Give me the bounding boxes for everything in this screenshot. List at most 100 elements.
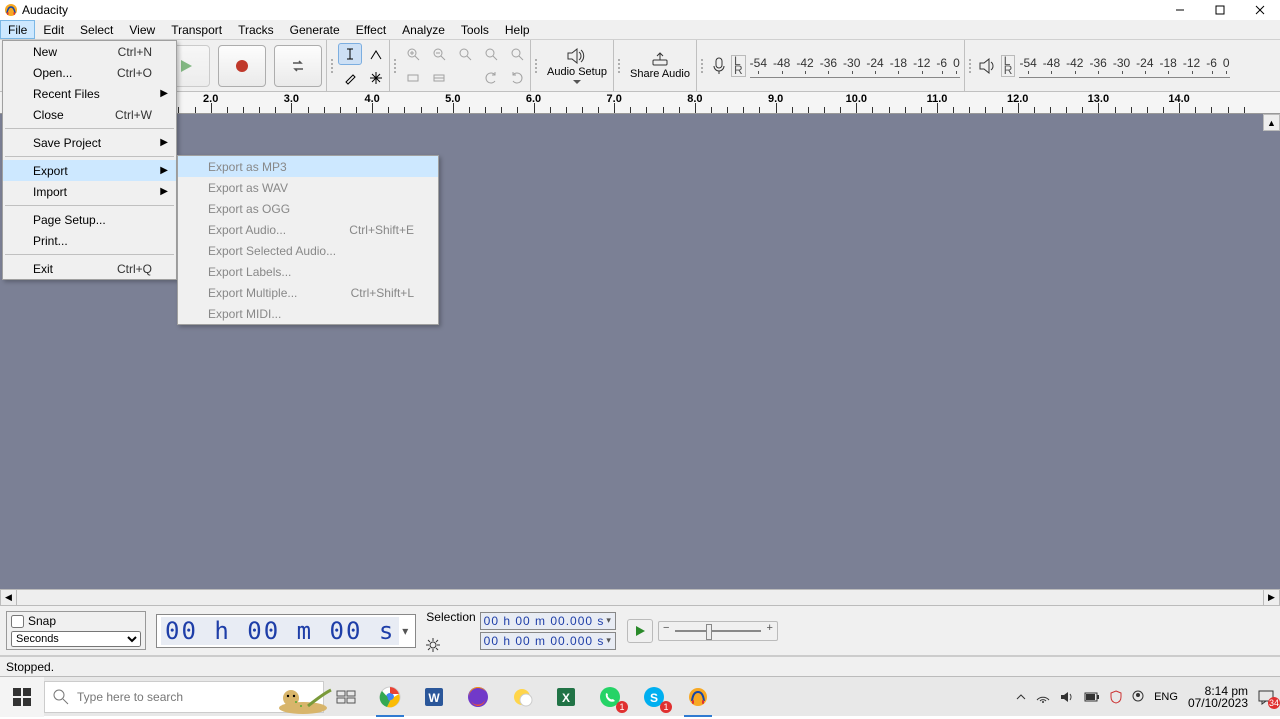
status-text: Stopped.: [6, 660, 54, 674]
microphone-icon: [711, 56, 727, 76]
selection-tool[interactable]: [338, 43, 362, 65]
file-menu-recent-files[interactable]: Recent Files▶: [3, 83, 176, 104]
share-audio-button[interactable]: Share Audio: [624, 41, 696, 91]
zoom-toggle-button[interactable]: [505, 43, 529, 65]
zoom-fit-button[interactable]: [479, 43, 503, 65]
zoom-selection-button[interactable]: [453, 43, 477, 65]
grip-icon[interactable]: [329, 44, 335, 87]
trim-button[interactable]: [401, 67, 425, 89]
file-menu-print-[interactable]: Print...: [3, 230, 176, 251]
redo-button[interactable]: [505, 67, 529, 89]
file-menu-close[interactable]: CloseCtrl+W: [3, 104, 176, 125]
menu-file[interactable]: File: [0, 20, 35, 39]
grip-icon[interactable]: [392, 44, 398, 87]
menu-tracks[interactable]: Tracks: [230, 20, 282, 39]
skype-icon[interactable]: S1: [632, 677, 676, 717]
scroll-right-button[interactable]: ▶: [1263, 589, 1280, 606]
export-menu-export-as-wav: Export as WAV: [178, 177, 438, 198]
chrome-icon[interactable]: [368, 677, 412, 717]
excel-icon[interactable]: X: [544, 677, 588, 717]
play-at-speed-button[interactable]: [627, 619, 653, 643]
multi-tool[interactable]: [364, 67, 388, 89]
tray-date: 07/10/2023: [1188, 697, 1248, 709]
start-button[interactable]: [0, 677, 44, 717]
snap-checkbox[interactable]: [11, 615, 24, 628]
export-menu-export-multiple-: Export Multiple...Ctrl+Shift+L: [178, 282, 438, 303]
maximize-button[interactable]: [1200, 0, 1240, 20]
tray-network-icon[interactable]: [1036, 691, 1050, 703]
grip-icon[interactable]: [616, 44, 622, 87]
audio-setup-button[interactable]: Audio Setup: [541, 41, 613, 91]
tray-clock[interactable]: 8:14 pm 07/10/2023: [1188, 685, 1248, 709]
word-icon[interactable]: W: [412, 677, 456, 717]
time-display[interactable]: 00 h 00 m 00 s ▾: [156, 614, 416, 648]
menu-edit[interactable]: Edit: [35, 20, 72, 39]
menu-analyze[interactable]: Analyze: [394, 20, 453, 39]
tray-notifications-icon[interactable]: 34: [1258, 689, 1274, 705]
play-at-speed: [626, 618, 778, 644]
tray-security-icon[interactable]: [1110, 690, 1122, 704]
spacer: [453, 67, 477, 89]
playback-meter[interactable]: LR -54-48-42-36-30-24-18-12-60: [965, 40, 1234, 91]
menu-help[interactable]: Help: [497, 20, 538, 39]
timeline-ruler[interactable]: 1.02.03.04.05.06.07.08.09.010.011.012.01…: [0, 92, 1280, 114]
close-button[interactable]: [1240, 0, 1280, 20]
scroll-up-button[interactable]: ▲: [1263, 114, 1280, 131]
weather-icon[interactable]: [500, 677, 544, 717]
whatsapp-badge: 1: [616, 701, 628, 713]
record-button[interactable]: [218, 45, 266, 87]
file-menu-open-[interactable]: Open...Ctrl+O: [3, 62, 176, 83]
zoom-in-button[interactable]: [401, 43, 425, 65]
search-placeholder: Type here to search: [77, 690, 183, 704]
speed-slider[interactable]: [658, 621, 778, 641]
menu-view[interactable]: View: [121, 20, 163, 39]
export-menu-export-midi-: Export MIDI...: [178, 303, 438, 324]
bottom-toolbar: Snap Seconds 00 h 00 m 00 s ▾ Selection …: [0, 606, 1280, 656]
menu-select[interactable]: Select: [72, 20, 121, 39]
selection-end[interactable]: 00 h 00 m 00.000 s▾: [480, 632, 616, 650]
tray-volume-icon[interactable]: [1060, 691, 1074, 703]
loop-button[interactable]: [274, 45, 322, 87]
scroll-left-button[interactable]: ◀: [0, 589, 17, 606]
zoom-out-button[interactable]: [427, 43, 451, 65]
file-menu-page-setup-[interactable]: Page Setup...: [3, 209, 176, 230]
export-menu-export-audio-: Export Audio...Ctrl+Shift+E: [178, 219, 438, 240]
tray-battery-icon[interactable]: [1084, 692, 1100, 702]
draw-tool[interactable]: [338, 67, 362, 89]
file-menu-dropdown: NewCtrl+NOpen...Ctrl+ORecent Files▶Close…: [2, 40, 177, 280]
menu-effect[interactable]: Effect: [348, 20, 394, 39]
audacity-taskbar-icon[interactable]: [676, 677, 720, 717]
search-icon: [53, 689, 69, 705]
file-menu-save-project[interactable]: Save Project▶: [3, 132, 176, 153]
time-format-dropdown[interactable]: ▾: [399, 624, 411, 638]
file-menu-import[interactable]: Import▶: [3, 181, 176, 202]
horizontal-scrollbar[interactable]: ◀ ▶: [0, 589, 1280, 606]
silence-button[interactable]: [427, 67, 451, 89]
record-meter[interactable]: LR -54-48-42-36-30-24-18-12-60: [697, 40, 965, 91]
grip-icon[interactable]: [967, 44, 973, 87]
selection-start[interactable]: 00 h 00 m 00.000 s▾: [480, 612, 616, 630]
tray-language-icon[interactable]: ENG: [1154, 691, 1178, 703]
audio-setup-label: Audio Setup: [547, 66, 607, 78]
menu-tools[interactable]: Tools: [453, 20, 497, 39]
gear-icon[interactable]: [426, 638, 440, 652]
grip-icon[interactable]: [699, 44, 705, 87]
whatsapp-icon[interactable]: 1: [588, 677, 632, 717]
file-menu-new[interactable]: NewCtrl+N: [3, 41, 176, 62]
file-menu-exit[interactable]: ExitCtrl+Q: [3, 258, 176, 279]
menu-transport[interactable]: Transport: [163, 20, 230, 39]
undo-button[interactable]: [479, 67, 503, 89]
snap-unit-select[interactable]: Seconds: [11, 631, 141, 647]
firefox-icon[interactable]: [456, 677, 500, 717]
title-bar: Audacity: [0, 0, 1280, 20]
grip-icon[interactable]: [533, 44, 539, 87]
file-menu-export[interactable]: Export▶: [3, 160, 176, 181]
task-view-button[interactable]: [324, 677, 368, 717]
minimize-button[interactable]: [1160, 0, 1200, 20]
taskbar-search[interactable]: Type here to search: [44, 681, 324, 713]
tray-location-icon[interactable]: [1132, 690, 1144, 704]
envelope-tool[interactable]: [364, 43, 388, 65]
menu-generate[interactable]: Generate: [282, 20, 348, 39]
system-tray: ENG 8:14 pm 07/10/2023 34: [1016, 685, 1280, 709]
tray-overflow-icon[interactable]: [1016, 692, 1026, 702]
